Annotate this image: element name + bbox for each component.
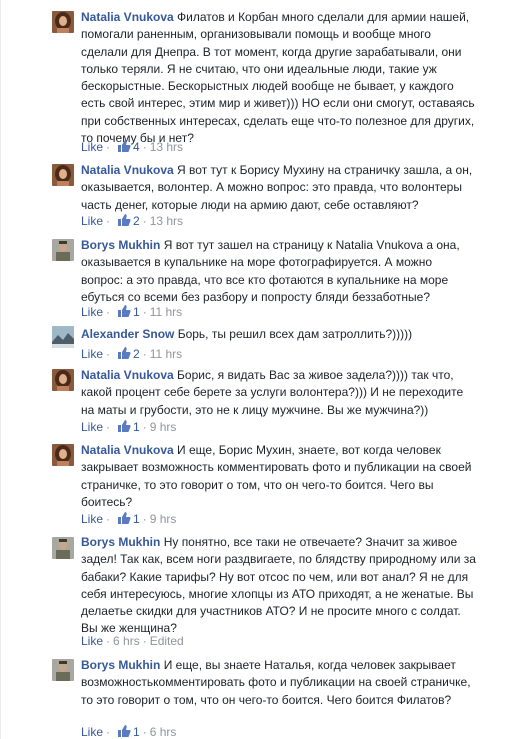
like-link[interactable]: Like xyxy=(81,725,103,739)
like-count[interactable]: 1 xyxy=(133,725,140,739)
comment-author[interactable]: Natalia Vnukova xyxy=(81,163,174,177)
comment-body: Natalia Vnukova Я вот тут к Борису Мухин… xyxy=(81,162,477,214)
comment: Natalia Vnukova Я вот тут к Борису Мухин… xyxy=(0,160,507,235)
avatar[interactable] xyxy=(52,239,74,261)
comment-text: Филатов и Корбан много сделали для армии… xyxy=(81,10,475,146)
like-count[interactable]: 1 xyxy=(133,512,140,526)
comment-actions: Like · 2 · 11 hrs xyxy=(81,346,183,361)
avatar[interactable] xyxy=(52,369,74,391)
comment: Natalia Vnukova Филатов и Корбан много с… xyxy=(0,0,507,160)
comment-body: Borys Mukhin Ну понятно, все таки не отв… xyxy=(81,534,477,638)
female-avatar-icon xyxy=(52,164,74,186)
comment-body: Natalia Vnukova И еще, Борис Мухин, знае… xyxy=(81,442,477,511)
comment-body: Natalia Vnukova Борис, я видать Вас за ж… xyxy=(81,367,477,419)
comment: Borys Mukhin Я вот тут зашел на страницу… xyxy=(0,235,507,322)
comment-body: Alexander Snow Борь, ты решил всех дам з… xyxy=(81,326,477,343)
comment-author[interactable]: Borys Mukhin xyxy=(81,658,160,672)
like-count[interactable]: 1 xyxy=(133,305,140,319)
landscape-avatar-icon xyxy=(52,326,74,348)
like-link[interactable]: Like xyxy=(81,140,103,154)
comment-actions: Like · 6 hrs · Edited xyxy=(81,634,184,648)
comment-author[interactable]: Alexander Snow xyxy=(81,327,174,341)
female-avatar-icon xyxy=(52,444,74,466)
comment-actions: Like · 1 · 11 hrs xyxy=(81,304,183,319)
thumbs-up-icon[interactable] xyxy=(117,213,131,227)
comment-actions: Like · 1 · 9 hrs xyxy=(81,511,177,526)
edited-label[interactable]: Edited xyxy=(150,634,184,648)
comment-actions: Like · 1 · 9 hrs xyxy=(81,419,177,434)
thumbs-up-icon[interactable] xyxy=(117,511,131,525)
comment-timestamp[interactable]: 6 hrs xyxy=(113,634,140,648)
comment-body: Natalia Vnukova Филатов и Корбан много с… xyxy=(81,9,477,147)
male-avatar-icon xyxy=(52,239,74,261)
like-link[interactable]: Like xyxy=(81,305,103,319)
thumbs-up-icon[interactable] xyxy=(117,346,131,360)
comment: Natalia Vnukova Борис, я видать Вас за ж… xyxy=(0,364,507,439)
thumbs-up-icon[interactable] xyxy=(117,724,131,738)
avatar[interactable] xyxy=(52,444,74,466)
comment-author[interactable]: Natalia Vnukova xyxy=(81,10,174,24)
comment-timestamp[interactable]: 13 hrs xyxy=(150,140,183,154)
comment: Borys Mukhin И еще, вы знаете Наталья, к… xyxy=(0,653,507,739)
comment-actions: Like · 1 · 6 hrs xyxy=(81,724,177,739)
comment-body: Borys Mukhin И еще, вы знаете Наталья, к… xyxy=(81,657,477,709)
like-link[interactable]: Like xyxy=(81,512,103,526)
comment-body: Borys Mukhin Я вот тут зашел на страницу… xyxy=(81,237,477,306)
like-count[interactable]: 2 xyxy=(133,214,140,228)
thumbs-up-icon[interactable] xyxy=(117,139,131,153)
comment-actions: Like · 4 · 13 hrs xyxy=(81,139,184,154)
male-avatar-icon xyxy=(52,659,74,681)
comment-author[interactable]: Natalia Vnukova xyxy=(81,368,174,382)
comment: Borys Mukhin Ну понятно, все таки не отв… xyxy=(0,531,507,653)
comment-timestamp[interactable]: 11 hrs xyxy=(150,305,182,319)
male-avatar-icon xyxy=(52,537,74,559)
comment-timestamp[interactable]: 9 hrs xyxy=(150,420,177,434)
like-link[interactable]: Like xyxy=(81,634,103,648)
avatar[interactable] xyxy=(52,659,74,681)
comment-author[interactable]: Borys Mukhin xyxy=(81,238,160,252)
avatar[interactable] xyxy=(52,11,74,33)
female-avatar-icon xyxy=(52,11,74,33)
comment-timestamp[interactable]: 6 hrs xyxy=(150,725,177,739)
like-count[interactable]: 4 xyxy=(133,140,140,154)
comment: Natalia Vnukova И еще, Борис Мухин, знае… xyxy=(0,439,507,531)
comment-author[interactable]: Borys Mukhin xyxy=(81,535,160,549)
avatar[interactable] xyxy=(52,164,74,186)
like-link[interactable]: Like xyxy=(81,347,103,361)
comment-actions: Like · 2 · 13 hrs xyxy=(81,213,184,228)
like-link[interactable]: Like xyxy=(81,420,103,434)
like-count[interactable]: 1 xyxy=(133,420,140,434)
comment-timestamp[interactable]: 13 hrs xyxy=(150,214,183,228)
like-link[interactable]: Like xyxy=(81,214,103,228)
comment-timestamp[interactable]: 11 hrs xyxy=(150,347,182,361)
comment-author[interactable]: Natalia Vnukova xyxy=(81,443,174,457)
comment-text: Ну понятно, все таки не отвечаете? Значи… xyxy=(81,535,476,636)
like-count[interactable]: 2 xyxy=(133,347,140,361)
thumbs-up-icon[interactable] xyxy=(117,304,131,318)
avatar[interactable] xyxy=(52,326,74,348)
avatar[interactable] xyxy=(52,537,74,559)
comment: Alexander Snow Борь, ты решил всех дам з… xyxy=(0,322,507,364)
female-avatar-icon xyxy=(52,369,74,391)
comment-text: Борь, ты решил всех дам затроллить?))))) xyxy=(177,327,413,341)
comment-timestamp[interactable]: 9 hrs xyxy=(150,512,177,526)
thumbs-up-icon[interactable] xyxy=(117,419,131,433)
comment-list: Natalia Vnukova Филатов и Корбан много с… xyxy=(0,0,507,739)
